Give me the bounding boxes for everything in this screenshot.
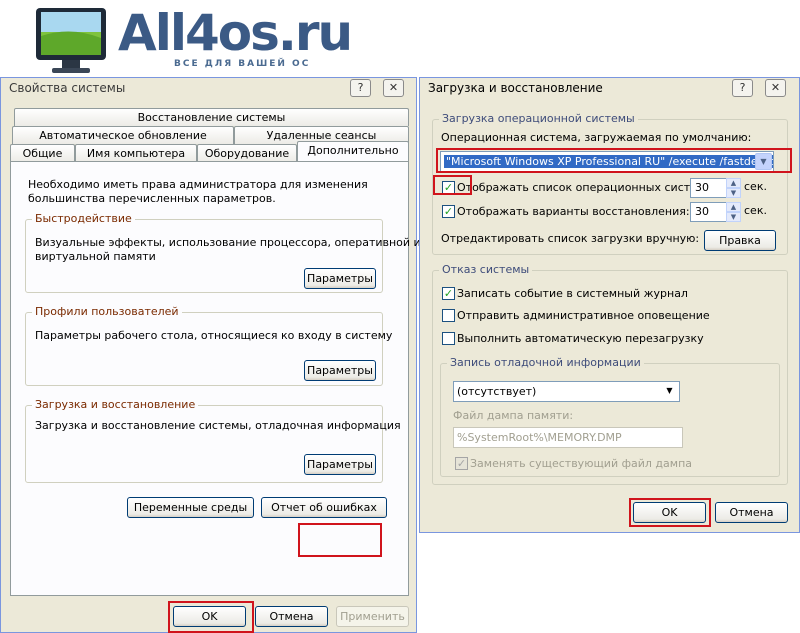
edit-button[interactable]: Правка (704, 230, 776, 251)
tab-automatic-updates[interactable]: Автоматическое обновление (12, 126, 234, 144)
system-properties-window: Свойства системы ? ✕ Восстановление сист… (0, 77, 421, 633)
debug-info-group: Запись отладочной информации (отсутствуе… (440, 356, 780, 477)
show-recovery-seconds-input[interactable]: 30 (690, 202, 727, 222)
system-failure-title: Отказ системы (439, 263, 533, 276)
user-profiles-group: Профили пользователей Параметры рабочего… (25, 305, 392, 386)
user-profiles-settings-button[interactable]: Параметры (304, 360, 376, 381)
dialog-title-bar: Загрузка и восстановление ? ✕ (420, 78, 799, 98)
user-profiles-title: Профили пользователей (32, 305, 182, 318)
monitor-logo-icon (36, 8, 106, 73)
dump-file-label: Файл дампа памяти: (453, 409, 574, 422)
dump-file-value: %SystemRoot%\MEMORY.DMP (457, 431, 622, 444)
spin-down-icon[interactable]: ▼ (726, 188, 741, 198)
dialog-title: Загрузка и восстановление (428, 81, 603, 95)
startup-settings-highlight (298, 523, 382, 557)
chevron-down-icon[interactable]: ▼ (661, 383, 678, 400)
os-select-highlight (436, 148, 792, 173)
logo-banner: All4os.ru ВСЕ ДЛЯ ВАШЕЙ ОС (0, 0, 420, 78)
performance-desc-line1: Визуальные эффекты, использование процес… (35, 236, 421, 249)
edit-boot-list-label: Отредактировать список загрузки вручную: (441, 232, 700, 245)
title-bar: Свойства системы ? ✕ (1, 78, 416, 98)
show-recovery-label: Отображать варианты восстановления: (457, 205, 690, 218)
debug-info-value: (отсутствует) (457, 385, 537, 398)
log-event-checkbox[interactable]: ✓ (442, 287, 455, 300)
os-boot-title: Загрузка операционной системы (439, 112, 638, 125)
performance-settings-button[interactable]: Параметры (304, 268, 376, 289)
show-recovery-spinner[interactable]: ▲ ▼ (726, 202, 741, 222)
log-event-label: Записать событие в системный журнал (457, 287, 688, 300)
logo-tagline: ВСЕ ДЛЯ ВАШЕЙ ОС (174, 59, 311, 69)
dialog-cancel-button[interactable]: Отмена (715, 502, 788, 523)
show-os-list-seconds-input[interactable]: 30 (690, 178, 727, 198)
dump-file-input[interactable]: %SystemRoot%\MEMORY.DMP (453, 427, 683, 448)
performance-desc-line2: виртуальной памяти (35, 250, 156, 263)
startup-recovery-title: Загрузка и восстановление (32, 398, 199, 411)
advanced-tab-panel: Необходимо иметь права администратора дл… (10, 161, 421, 596)
help-button[interactable]: ? (350, 79, 371, 97)
cancel-button[interactable]: Отмена (255, 606, 328, 627)
logo-brand: All4os.ru (118, 4, 353, 62)
show-list-checkbox-highlight (433, 175, 472, 195)
admin-alert-label: Отправить административное оповещение (457, 309, 710, 322)
show-os-list-label: Отображать список операционных систем: (457, 181, 709, 194)
tab-advanced[interactable]: Дополнительно (297, 141, 409, 161)
spin-up-icon[interactable]: ▲ (726, 178, 741, 188)
apply-button[interactable]: Применить (336, 606, 409, 627)
admin-note-line2: большинства перечисленных параметров. (28, 192, 276, 205)
auto-restart-label: Выполнить автоматическую перезагрузку (457, 332, 704, 345)
overwrite-dump-label: Заменять существующий файл дампа (470, 457, 693, 470)
dialog-close-button[interactable]: ✕ (765, 79, 786, 97)
show-os-list-sec-label: сек. (744, 180, 767, 193)
window-title: Свойства системы (9, 81, 126, 95)
startup-recovery-group: Загрузка и восстановление Загрузка и вос… (25, 398, 401, 483)
close-button[interactable]: ✕ (383, 79, 404, 97)
os-boot-group: Загрузка операционной системы Операционн… (432, 112, 788, 255)
environment-variables-button[interactable]: Переменные среды (127, 497, 254, 518)
startup-recovery-settings-button[interactable]: Параметры (304, 454, 376, 475)
admin-note-line1: Необходимо иметь права администратора дл… (28, 178, 368, 191)
show-recovery-checkbox[interactable]: ✓ (442, 205, 455, 218)
dialog-help-button[interactable]: ? (732, 79, 753, 97)
startup-recovery-dialog: Загрузка и восстановление ? ✕ Загрузка о… (419, 77, 800, 533)
ok-highlight (168, 601, 254, 633)
overwrite-dump-checkbox[interactable]: ✓ (455, 457, 468, 470)
spin-up-icon[interactable]: ▲ (726, 202, 741, 212)
performance-group: Быстродействие Визуальные эффекты, испол… (25, 212, 421, 293)
tab-general[interactable]: Общие (10, 144, 75, 162)
performance-title: Быстродействие (32, 212, 135, 225)
debug-info-select[interactable]: (отсутствует) ▼ (453, 381, 680, 402)
tab-hardware[interactable]: Оборудование (197, 144, 297, 162)
tab-computer-name[interactable]: Имя компьютера (75, 144, 197, 162)
error-reporting-button[interactable]: Отчет об ошибках (261, 497, 387, 518)
show-os-list-spinner[interactable]: ▲ ▼ (726, 178, 741, 198)
dialog-ok-highlight (629, 498, 711, 527)
spin-down-icon[interactable]: ▼ (726, 212, 741, 222)
tab-system-restore[interactable]: Восстановление системы (14, 108, 409, 126)
admin-alert-checkbox[interactable] (442, 309, 455, 322)
startup-recovery-desc: Загрузка и восстановление системы, отлад… (35, 419, 401, 432)
show-recovery-sec-label: сек. (744, 204, 767, 217)
auto-restart-checkbox[interactable] (442, 332, 455, 345)
default-os-label: Операционная система, загружаемая по умо… (441, 131, 752, 144)
debug-info-title: Запись отладочной информации (447, 356, 644, 369)
system-failure-group: Отказ системы ✓ Записать событие в систе… (432, 263, 788, 485)
user-profiles-desc: Параметры рабочего стола, относящиеся ко… (35, 329, 393, 342)
